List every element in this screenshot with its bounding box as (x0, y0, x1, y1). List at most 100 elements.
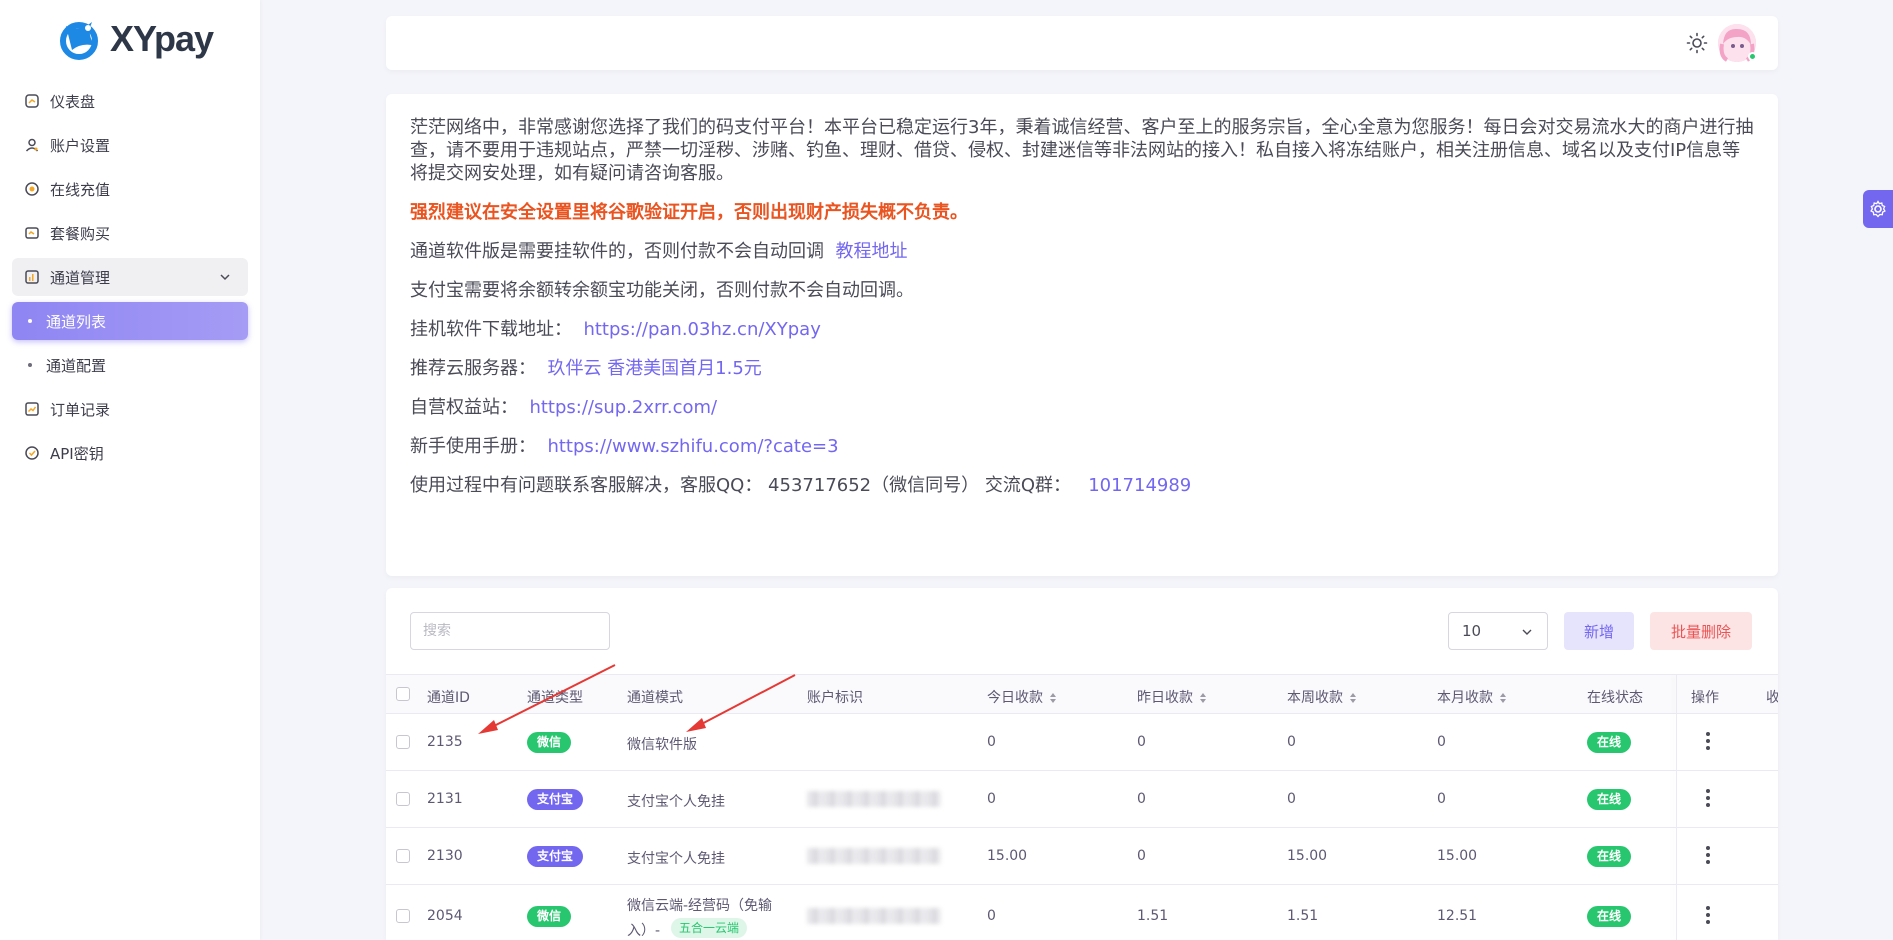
header-channel-id: 通道ID (427, 690, 470, 706)
header-yesterday-income[interactable]: 昨日收款 (1137, 687, 1207, 707)
more-actions-icon[interactable] (1706, 846, 1710, 867)
server-link[interactable]: 玖伴云 香港美国首月1.5元 (547, 358, 761, 379)
support-text: 使用过程中有问题联系客服解决，客服QQ： 453717652（微信同号） 交流Q… (410, 475, 1072, 496)
header-week-income[interactable]: 本周收款 (1287, 687, 1357, 707)
cell-channel-id: 2130 (427, 848, 463, 864)
tutorial-link[interactable]: 教程地址 (835, 241, 907, 262)
top-navbar (386, 16, 1778, 70)
support-note: 使用过程中有问题联系客服解决，客服QQ： 453717652（微信同号） 交流Q… (410, 474, 1754, 497)
row-checkbox[interactable] (396, 792, 410, 806)
header-label: 本月收款 (1437, 690, 1493, 706)
server-label: 推荐云服务器： (410, 358, 536, 379)
table-row: 2130 支付宝 支付宝个人免挂 15.00 0 15.00 15.00 在线 (386, 828, 1778, 885)
header-truncated: 收 (1766, 690, 1778, 706)
cell-week-income: 1.51 (1287, 908, 1319, 924)
sort-icon (1350, 693, 1356, 703)
header-month-income[interactable]: 本月收款 (1437, 687, 1507, 707)
sidebar-item-channel-list[interactable]: 通道列表 (12, 302, 248, 340)
channel-type-badge: 支付宝 (527, 846, 584, 867)
channel-type-badge: 支付宝 (527, 789, 584, 810)
manual-note: 新手使用手册： https://www.szhifu.com/?cate=3 (410, 435, 1754, 458)
customizer-toggle[interactable] (1863, 190, 1893, 228)
dashboard-icon (24, 93, 40, 109)
cell-week-income: 0 (1287, 791, 1296, 807)
cell-channel-mode-line2: 入）- (627, 923, 661, 939)
header-channel-type: 通道类型 (527, 690, 583, 706)
download-link[interactable]: https://pan.03hz.cn/XYpay (583, 319, 820, 340)
rights-note: 自营权益站： https://sup.2xrr.com/ (410, 396, 1754, 419)
sidebar-item-label: 通道列表 (46, 312, 107, 331)
channel-table-card: 10 新增 批量删除 通道ID 通道类型 通道模式 账户标识 今日收款 昨日收款… (386, 588, 1778, 940)
sidebar-item-label: 套餐购买 (50, 224, 111, 243)
header-today-income[interactable]: 今日收款 (987, 687, 1057, 707)
sidebar-item-label: 账户设置 (50, 136, 111, 155)
header-label: 本周收款 (1287, 690, 1343, 706)
row-checkbox[interactable] (396, 849, 410, 863)
qq-group-link[interactable]: 101714989 (1088, 475, 1191, 496)
sidebar-item-channel-management[interactable]: 通道管理 (12, 258, 248, 296)
cell-week-income: 15.00 (1287, 848, 1328, 864)
sidebar-item-channel-config[interactable]: 通道配置 (12, 346, 248, 384)
online-status-dot (1748, 52, 1757, 61)
cell-week-income: 0 (1287, 734, 1296, 750)
header-label: 昨日收款 (1137, 690, 1193, 706)
user-icon (24, 137, 40, 153)
batch-delete-button[interactable]: 批量删除 (1650, 612, 1752, 650)
software-note: 通道软件版是需要挂软件的，否则付款不会自动回调 教程地址 (410, 240, 1754, 263)
brand-name: XYpay (110, 18, 214, 59)
header-online-status: 在线状态 (1587, 690, 1643, 706)
blurred-account-id (807, 908, 941, 924)
cell-channel-mode: 支付宝个人免挂 (627, 851, 725, 867)
sidebar: XYpay 仪表盘 账户设置 在线充值 套餐购买 通道管理 通道列表 通道配置 … (0, 0, 260, 940)
sidebar-item-label: 仪表盘 (50, 92, 96, 111)
cell-channel-id: 2131 (427, 791, 463, 807)
select-all-checkbox[interactable] (396, 687, 410, 701)
cell-month-income: 15.00 (1437, 848, 1478, 864)
sidebar-item-package[interactable]: 套餐购买 (12, 214, 248, 252)
coin-icon (24, 181, 40, 197)
theme-toggle-sun-icon[interactable] (1686, 32, 1708, 54)
sort-icon (1500, 693, 1506, 703)
cell-yesterday-income: 0 (1137, 791, 1146, 807)
brand-logo[interactable]: XYpay (58, 16, 214, 62)
sidebar-item-label: 在线充值 (50, 180, 111, 199)
cell-month-income: 0 (1437, 734, 1446, 750)
sidebar-item-api-key[interactable]: API密钥 (12, 434, 248, 472)
more-actions-icon[interactable] (1706, 732, 1710, 753)
sidebar-item-label: API密钥 (50, 444, 104, 463)
add-channel-button[interactable]: 新增 (1564, 612, 1634, 650)
sidebar-item-label: 通道配置 (46, 356, 107, 375)
search-input[interactable] (410, 612, 610, 650)
page-size-value: 10 (1462, 622, 1482, 640)
online-status-badge: 在线 (1587, 906, 1632, 927)
sort-icon (1050, 693, 1056, 703)
header-channel-mode: 通道模式 (627, 690, 683, 706)
server-note: 推荐云服务器： 玖伴云 香港美国首月1.5元 (410, 357, 1754, 380)
chevron-down-icon (1522, 629, 1532, 635)
user-avatar[interactable] (1718, 24, 1757, 62)
more-actions-icon[interactable] (1706, 789, 1710, 810)
cell-yesterday-income: 1.51 (1137, 908, 1169, 924)
row-checkbox[interactable] (396, 735, 410, 749)
sidebar-item-orders[interactable]: 订单记录 (12, 390, 248, 428)
announcement-intro: 茫茫网络中，非常感谢您选择了我们的码支付平台！本平台已稳定运行3年，秉着诚信经营… (410, 117, 1754, 184)
table-row: 2131 支付宝 支付宝个人免挂 0 0 0 0 在线 (386, 771, 1778, 828)
page-size-select[interactable]: 10 (1448, 612, 1548, 650)
row-checkbox[interactable] (396, 909, 410, 923)
cell-month-income: 12.51 (1437, 908, 1478, 924)
cell-today-income: 0 (987, 734, 996, 750)
cell-channel-mode: 微信软件版 (627, 737, 697, 753)
sidebar-item-account[interactable]: 账户设置 (12, 126, 248, 164)
sidebar-item-recharge[interactable]: 在线充值 (12, 170, 248, 208)
header-account-id: 账户标识 (807, 690, 863, 706)
cell-month-income: 0 (1437, 791, 1446, 807)
bullet-icon (28, 319, 32, 323)
more-actions-icon[interactable] (1706, 906, 1710, 927)
sticky-column-divider (1676, 674, 1677, 940)
manual-link[interactable]: https://www.szhifu.com/?cate=3 (547, 436, 838, 457)
online-status-badge: 在线 (1587, 732, 1632, 753)
key-icon (24, 445, 40, 461)
cell-yesterday-income: 0 (1137, 734, 1146, 750)
sidebar-item-dashboard[interactable]: 仪表盘 (12, 82, 248, 120)
rights-link[interactable]: https://sup.2xrr.com/ (529, 397, 717, 418)
